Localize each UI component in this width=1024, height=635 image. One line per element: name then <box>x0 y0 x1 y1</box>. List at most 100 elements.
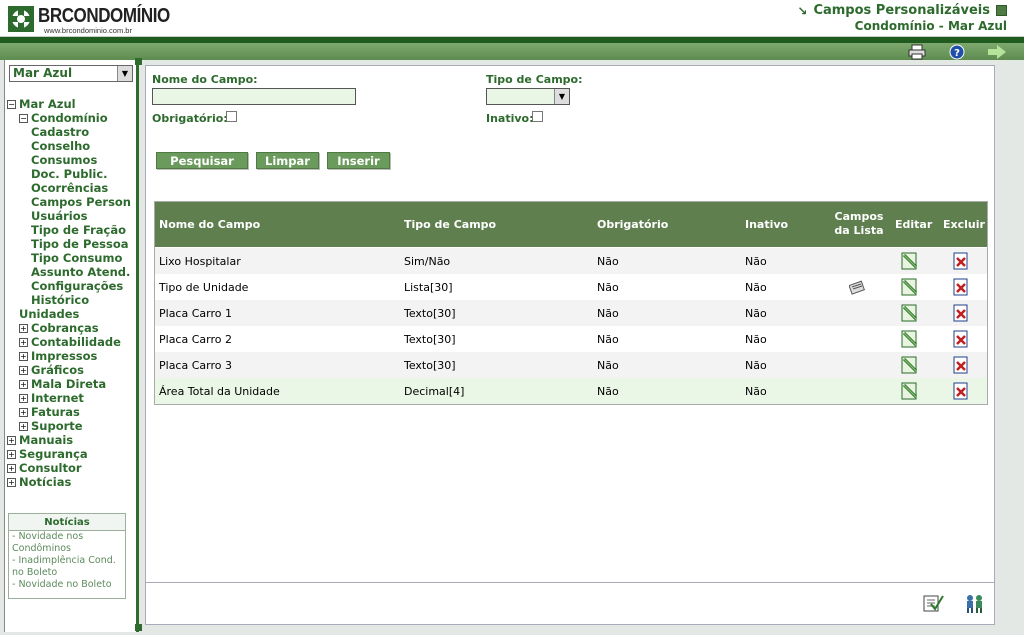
sidebar-item[interactable]: Tipo de Fração <box>7 223 135 237</box>
news-item[interactable]: - Novidade nos <box>9 531 125 543</box>
users-icon[interactable] <box>964 593 986 613</box>
table-row[interactable]: Placa Carro 2 Texto[30] Não Não <box>155 326 987 352</box>
delete-icon[interactable] <box>952 356 970 374</box>
sidebar-item[interactable]: Unidades <box>7 307 135 321</box>
sidebar-item[interactable]: + Contabilidade <box>7 335 135 349</box>
table-row[interactable]: Placa Carro 3 Texto[30] Não Não <box>155 352 987 378</box>
sidebar-item[interactable]: Doc. Public. <box>7 167 135 181</box>
edit-icon[interactable] <box>901 330 919 348</box>
sidebar-item[interactable]: + Mala Direta <box>7 377 135 391</box>
news-item[interactable]: no Boleto <box>9 567 125 579</box>
sidebar-item[interactable]: + Manuais <box>7 433 135 447</box>
collapse-icon[interactable]: − <box>7 100 16 109</box>
brand-logo[interactable]: BRCONDOMÍNIO www.brcondominio.com.br <box>8 4 170 35</box>
sidebar-item[interactable]: Consumos <box>7 153 135 167</box>
scroll-down-icon[interactable] <box>135 624 142 631</box>
collapse-icon[interactable]: − <box>19 114 28 123</box>
sidebar-item[interactable]: Tipo de Pessoa <box>7 237 135 251</box>
clear-button[interactable]: Limpar <box>256 152 319 169</box>
sidebar-item[interactable]: Ocorrências <box>7 181 135 195</box>
brand-url: www.brcondominio.com.br <box>44 26 132 35</box>
expand-icon[interactable]: + <box>19 422 28 431</box>
sidebar-item[interactable]: + Cobranças <box>7 321 135 335</box>
sidebar-item[interactable]: + Suporte <box>7 419 135 433</box>
sidebar-item[interactable]: + Segurança <box>7 447 135 461</box>
expand-icon[interactable]: + <box>7 478 16 487</box>
delete-icon[interactable] <box>952 330 970 348</box>
column-header-type[interactable]: Tipo de Campo <box>404 218 496 231</box>
sidebar-item[interactable]: + Notícias <box>7 475 135 489</box>
column-header-inactive[interactable]: Inativo <box>745 218 788 231</box>
sidebar-item[interactable]: Campos Person <box>7 195 135 209</box>
list-fields-icon[interactable] <box>848 278 867 296</box>
inactive-checkbox[interactable] <box>532 111 543 122</box>
expand-icon[interactable]: + <box>19 380 28 389</box>
edit-icon[interactable] <box>901 382 919 400</box>
sidebar-item[interactable]: Usuários <box>7 209 135 223</box>
chevron-down-icon[interactable]: ▼ <box>117 66 132 81</box>
news-item[interactable]: - Novidade no Boleto <box>9 579 125 591</box>
expand-icon[interactable]: + <box>19 366 28 375</box>
edit-icon[interactable] <box>901 278 919 296</box>
table-row[interactable]: Tipo de Unidade Lista[30] Não Não <box>155 274 987 300</box>
delete-icon[interactable] <box>952 382 970 400</box>
column-header-name[interactable]: Nome do Campo <box>159 218 260 231</box>
field-name-input[interactable] <box>152 88 356 105</box>
sidebar-item[interactable]: + Internet <box>7 391 135 405</box>
sidebar-item[interactable]: Configurações <box>7 279 135 293</box>
news-item[interactable]: - Inadimplência Cond. <box>9 555 125 567</box>
scroll-up-icon[interactable] <box>135 58 142 65</box>
expand-icon[interactable]: + <box>7 450 16 459</box>
cell-inactive: Não <box>745 333 767 346</box>
sidebar-item[interactable]: + Consultor <box>7 461 135 475</box>
edit-icon[interactable] <box>901 356 919 374</box>
sidebar-item[interactable]: + Gráficos <box>7 363 135 377</box>
sidebar-item[interactable]: − Condomínio <box>7 111 135 125</box>
sidebar-item[interactable]: Cadastro <box>7 125 135 139</box>
table-row[interactable]: Área Total da Unidade Decimal[4] Não Não <box>155 378 987 404</box>
printer-icon[interactable] <box>907 44 927 60</box>
required-label: Obrigatório: <box>152 112 228 125</box>
sidebar-item-label: Conselho <box>31 139 91 153</box>
table-row[interactable]: Lixo Hospitalar Sim/Não Não Não <box>155 248 987 274</box>
expand-icon[interactable]: + <box>19 324 28 333</box>
expand-icon[interactable]: + <box>7 436 16 445</box>
sidebar-item-label: Impressos <box>31 349 98 363</box>
required-checkbox[interactable] <box>226 111 237 122</box>
sidebar-item[interactable]: Tipo Consumo <box>7 251 135 265</box>
sidebar-item-label: Notícias <box>19 475 72 489</box>
delete-icon[interactable] <box>952 304 970 322</box>
sidebar-item[interactable]: + Faturas <box>7 405 135 419</box>
search-button[interactable]: Pesquisar <box>156 152 248 169</box>
help-icon[interactable]: ? <box>947 44 967 60</box>
field-type-select[interactable]: ▼ <box>486 88 570 105</box>
edit-icon[interactable] <box>901 304 919 322</box>
sidebar-item[interactable]: Conselho <box>7 139 135 153</box>
expand-icon[interactable]: + <box>7 464 16 473</box>
sidebar-item[interactable]: Assunto Atend. <box>7 265 135 279</box>
sidebar-item-label: Campos Person <box>31 195 131 209</box>
expand-icon[interactable]: + <box>19 394 28 403</box>
minimize-icon[interactable] <box>996 5 1007 16</box>
expand-icon[interactable]: + <box>19 408 28 417</box>
condominium-select[interactable]: Mar Azul ▼ <box>9 65 133 82</box>
delete-icon[interactable] <box>952 252 970 270</box>
sidebar-item-label: Configurações <box>31 279 124 293</box>
insert-button[interactable]: Inserir <box>327 152 390 169</box>
sidebar-item[interactable]: Histórico <box>7 293 135 307</box>
chevron-down-icon[interactable]: ▼ <box>554 89 569 104</box>
sidebar-item[interactable]: + Impressos <box>7 349 135 363</box>
edit-icon[interactable] <box>901 252 919 270</box>
sidebar-item-label: Doc. Public. <box>31 167 108 181</box>
expand-icon[interactable]: + <box>19 338 28 347</box>
checklist-icon[interactable] <box>922 593 944 613</box>
exit-icon[interactable] <box>987 44 1007 60</box>
sidebar-item-label: Gráficos <box>31 363 84 377</box>
news-item[interactable]: Condôminos <box>9 543 125 555</box>
sidebar-item[interactable]: − Mar Azul <box>7 97 135 111</box>
table-row[interactable]: Placa Carro 1 Texto[30] Não Não <box>155 300 987 326</box>
column-header-required[interactable]: Obrigatório <box>597 218 668 231</box>
app-header: BRCONDOMÍNIO www.brcondominio.com.br ↘ C… <box>0 0 1024 37</box>
delete-icon[interactable] <box>952 278 970 296</box>
expand-icon[interactable]: + <box>19 352 28 361</box>
